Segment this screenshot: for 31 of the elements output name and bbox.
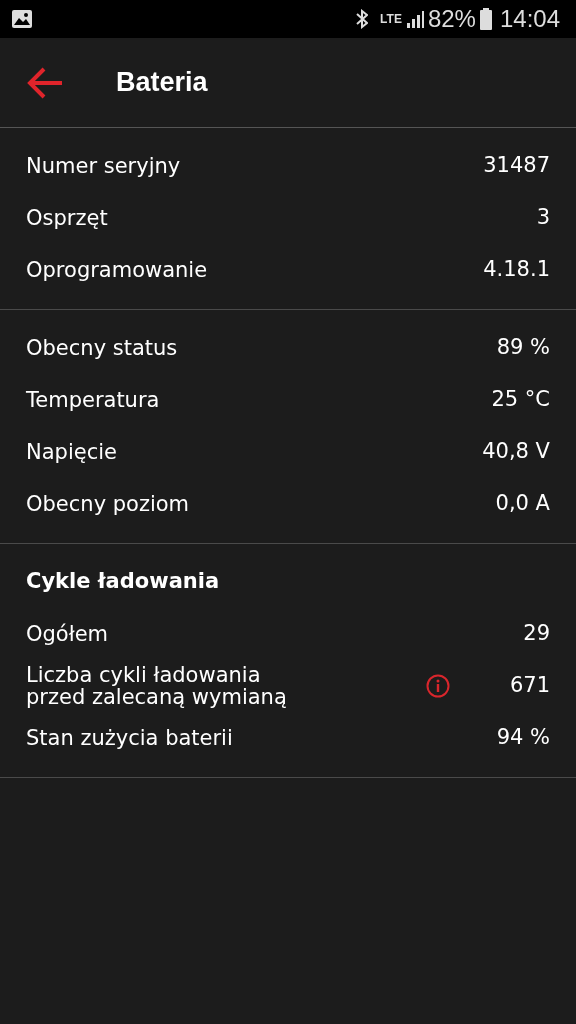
battery-icon [479, 8, 492, 30]
row-value: 671 [509, 672, 550, 700]
row-label: Obecny status [26, 336, 178, 359]
row-label: Obecny poziom [26, 492, 190, 515]
row-value: 31487 [483, 152, 550, 180]
row-label: Stan zużycia baterii [26, 726, 233, 749]
gallery-icon [12, 10, 32, 28]
row-value: 29 [523, 620, 550, 648]
row-label: Liczba cykli ładowania przed zalecaną wymianą [26, 663, 288, 709]
row-label: Napięcie [26, 440, 117, 463]
row-value: 40,8 V [482, 438, 550, 466]
back-arrow-icon[interactable] [26, 65, 64, 100]
row-value: 89 % [496, 334, 550, 362]
page-title: Bateria [116, 66, 208, 100]
row-label: Osprzęt [26, 206, 108, 229]
bluetooth-icon [356, 9, 369, 29]
row-value: 25 °C [491, 386, 550, 414]
row-label: Ogółem [26, 622, 109, 645]
signal-icon [405, 10, 424, 28]
row-label: Temperatura [26, 388, 160, 411]
clock: 14:04 [499, 4, 560, 34]
row-label: Numer seryjny [26, 154, 181, 177]
row-value: 94 % [496, 724, 550, 752]
section-heading: Cykle ładowania [26, 568, 221, 596]
row-value: 3 [536, 204, 550, 232]
info-icon[interactable] [425, 674, 450, 698]
network-label: LTE [380, 11, 402, 28]
row-label: Oprogramowanie [26, 258, 208, 281]
row-value: 0,0 A [495, 490, 550, 518]
row-value: 4.18.1 [483, 256, 550, 284]
battery-percent: 82% [427, 4, 476, 34]
